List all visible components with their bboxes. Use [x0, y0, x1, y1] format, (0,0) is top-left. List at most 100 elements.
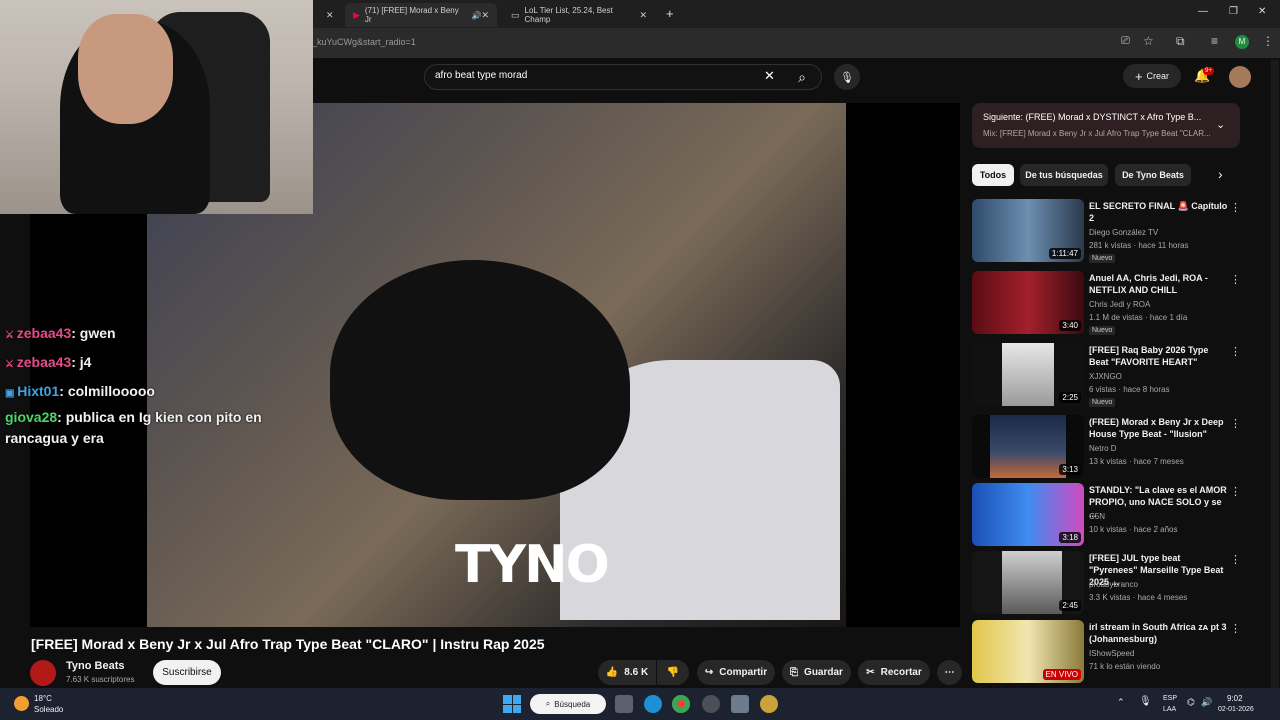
subscribe-button[interactable]: Suscribirse: [153, 660, 221, 685]
keyboard-layout[interactable]: LAA: [1163, 706, 1176, 713]
weather-icon[interactable]: [14, 696, 29, 711]
clock-time[interactable]: 9:02: [1227, 694, 1243, 703]
recommendation-channel[interactable]: XJXNGO: [1089, 372, 1122, 381]
chrome-icon[interactable]: [672, 695, 690, 713]
up-next-panel[interactable]: [972, 103, 1240, 148]
webcam-streamer-face: [78, 14, 173, 124]
language-code[interactable]: ESP: [1163, 695, 1177, 702]
speaker-icon[interactable]: 🔊: [471, 11, 481, 20]
chip-from-channel[interactable]: De Tyno Beats: [1115, 164, 1191, 186]
taskbar-search[interactable]: ⌕ Búsqueda: [530, 694, 606, 714]
network-icon[interactable]: ⌬: [1187, 697, 1195, 708]
video-thumbnail[interactable]: 1:11:47: [972, 199, 1084, 262]
bookmark-star-icon[interactable]: ☆: [1143, 34, 1154, 48]
settings-icon[interactable]: [731, 695, 749, 713]
clear-search-icon[interactable]: ✕: [764, 68, 775, 84]
extensions-icon[interactable]: ⧉: [1176, 34, 1185, 49]
recommendation-item[interactable]: 3:18 STANDLY: "La clave es el AMOR PROPI…: [972, 483, 1241, 549]
new-tab-button[interactable]: +: [666, 6, 674, 21]
task-view-icon[interactable]: [615, 695, 633, 713]
search-button[interactable]: ⌕: [789, 64, 815, 90]
tab-label: (71) [FREE] Morad x Beny Jr: [364, 6, 459, 24]
recommendation-meta: 281 k vistas · hace 11 horas: [1089, 241, 1189, 250]
close-icon[interactable]: ✕: [326, 10, 334, 21]
clip-button[interactable]: ✂ Recortar: [858, 660, 930, 685]
tab-lol[interactable]: ▭ LoL Tier List, 25.24, Best Champ ✕: [503, 3, 655, 27]
video-thumbnail[interactable]: 3:40: [972, 271, 1084, 334]
recommendation-item[interactable]: 3:13 (FREE) Morad x Beny Jr x Deep House…: [972, 415, 1241, 481]
recommendation-title[interactable]: STANDLY: "La clave es el AMOR PROPIO, un…: [1089, 484, 1229, 520]
video-thumbnail[interactable]: 2:25: [972, 343, 1084, 406]
recommendation-title[interactable]: [FREE] Raq Baby 2026 Type Beat "FAVORITE…: [1089, 344, 1229, 368]
channel-avatar[interactable]: [30, 660, 56, 686]
url-field[interactable]: _kuYuCWg&start_radio=1: [312, 37, 416, 47]
recommendation-title[interactable]: irl stream in South Africa ᴢᴀ pt 3 (Joha…: [1089, 621, 1229, 645]
league-client-icon[interactable]: [760, 695, 778, 713]
more-vertical-icon[interactable]: ⋮: [1230, 485, 1241, 498]
more-vertical-icon[interactable]: ⋮: [1230, 622, 1241, 635]
volume-icon[interactable]: 🔊: [1201, 697, 1212, 708]
share-button[interactable]: ↪ Compartir: [697, 660, 775, 685]
close-icon[interactable]: ✕: [481, 10, 489, 21]
restore-icon[interactable]: ❐: [1229, 6, 1238, 17]
scrollbar[interactable]: [1271, 60, 1279, 688]
recommendation-item[interactable]: 3:40 Anuel AA, Chris Jedi, ROA - NETFLIX…: [972, 271, 1241, 337]
more-actions-button[interactable]: ⋯: [937, 660, 962, 685]
recommendation-title[interactable]: (FREE) Morad x Beny Jr x Deep House Type…: [1089, 416, 1229, 440]
edge-icon[interactable]: [644, 695, 662, 713]
tab-youtube[interactable]: ▶ (71) [FREE] Morad x Beny Jr 🔊 ✕: [345, 3, 497, 27]
video-thumbnail[interactable]: 2:45: [972, 551, 1084, 614]
recommendation-title[interactable]: Anuel AA, Chris Jedi, ROA - NETFLIX AND …: [1089, 272, 1229, 296]
windows-taskbar: [0, 688, 1280, 720]
chevron-down-icon[interactable]: ⌄: [1216, 118, 1225, 131]
search-input[interactable]: afro beat type morad: [435, 70, 527, 81]
video-thumbnail[interactable]: 3:13: [972, 415, 1084, 478]
recommendation-item[interactable]: 2:45 [FREE] JUL type beat "Pyrenees" Mar…: [972, 551, 1241, 617]
video-thumbnail[interactable]: EN VIVO: [972, 620, 1084, 683]
recommendation-channel[interactable]: IShowSpeed: [1089, 649, 1134, 658]
menu-icon[interactable]: ⋮: [1262, 34, 1274, 48]
microphone-icon[interactable]: 🎙: [1139, 696, 1152, 707]
video-thumbnail[interactable]: 3:18: [972, 483, 1084, 546]
save-button[interactable]: ⎘ Guardar: [782, 660, 851, 685]
recommendation-item[interactable]: 1:11:47 EL SECRETO FINAL 🚨 Capítulo 2 Di…: [972, 199, 1241, 265]
recommendation-meta: 6 vistas · hace 8 horas: [1089, 385, 1170, 394]
recommendation-channel[interactable]: prodbybranco: [1089, 580, 1138, 589]
more-vertical-icon[interactable]: ⋮: [1230, 417, 1241, 430]
windows-start-icon[interactable]: [503, 695, 521, 713]
more-vertical-icon[interactable]: ⋮: [1230, 201, 1241, 214]
more-vertical-icon[interactable]: ⋮: [1230, 345, 1241, 358]
recommendation-item[interactable]: EN VIVO irl stream in South Africa ᴢᴀ pt…: [972, 620, 1241, 686]
recommendation-channel[interactable]: Netro D: [1089, 444, 1117, 453]
profile-avatar[interactable]: M: [1235, 35, 1249, 49]
recommendation-title[interactable]: EL SECRETO FINAL 🚨 Capítulo 2: [1089, 200, 1229, 224]
weather-description[interactable]: Soleado: [34, 705, 63, 714]
media-control-icon[interactable]: ≡: [1211, 34, 1218, 48]
cast-icon[interactable]: ⎚: [1121, 35, 1130, 48]
thumbs-up-icon: 👍: [605, 667, 619, 678]
create-button[interactable]: + Crear: [1123, 64, 1181, 88]
chip-from-searches[interactable]: De tus búsquedas: [1020, 164, 1108, 186]
chevron-up-icon[interactable]: ⌃: [1117, 697, 1125, 708]
obs-icon[interactable]: [702, 695, 720, 713]
close-icon[interactable]: ✕: [639, 10, 647, 21]
more-vertical-icon[interactable]: ⋮: [1230, 553, 1241, 566]
clock-date[interactable]: 02-01-2026: [1218, 706, 1254, 713]
user-avatar[interactable]: [1229, 66, 1251, 88]
more-vertical-icon[interactable]: ⋮: [1230, 273, 1241, 286]
share-label: Compartir: [719, 667, 768, 678]
minimize-icon[interactable]: —: [1198, 6, 1208, 17]
recommendation-channel[interactable]: C5N: [1089, 512, 1105, 521]
dislike-button[interactable]: 👎: [657, 660, 689, 685]
weather-temperature[interactable]: 18°C: [34, 694, 52, 703]
close-window-icon[interactable]: ✕: [1258, 6, 1266, 17]
channel-name[interactable]: Tyno Beats: [66, 660, 124, 672]
recommendation-channel[interactable]: Diego González TV: [1089, 228, 1158, 237]
recommendation-channel[interactable]: Chris Jedi y ROA: [1089, 300, 1150, 309]
like-button[interactable]: 👍 8.6 K: [598, 660, 656, 685]
voice-search-button[interactable]: 🎙: [834, 64, 860, 90]
chip-all[interactable]: Todos: [972, 164, 1014, 186]
chevron-right-icon[interactable]: ›: [1218, 166, 1223, 182]
tab-close-previous[interactable]: ✕: [318, 3, 340, 27]
recommendation-item[interactable]: 2:25 [FREE] Raq Baby 2026 Type Beat "FAV…: [972, 343, 1241, 409]
